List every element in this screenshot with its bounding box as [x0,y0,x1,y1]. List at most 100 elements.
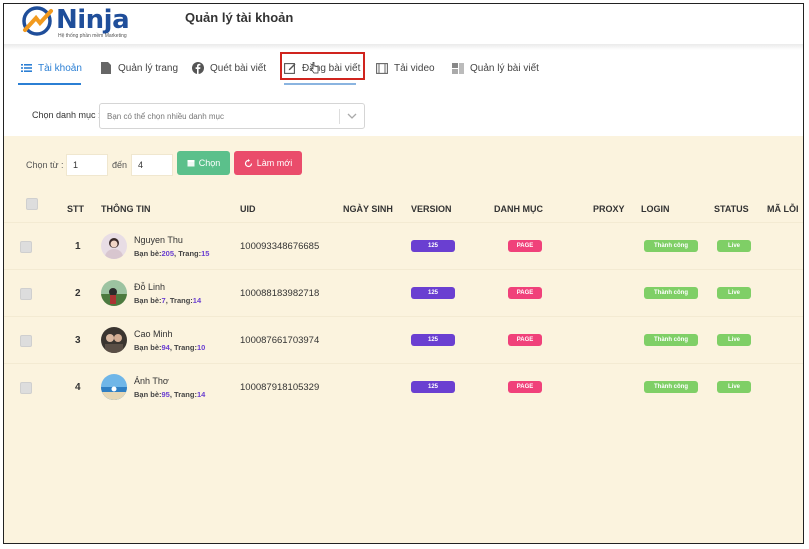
avatar [101,374,127,400]
col-status: STATUS [714,204,749,214]
col-login: LOGIN [641,204,670,214]
user-name: Nguyen Thu [134,235,183,245]
friends-count: 205 [161,249,175,258]
status-badge: Live [717,287,751,299]
active-tab-indicator [18,83,81,85]
col-uid: UID [240,204,256,214]
refresh-icon [244,158,252,167]
col-version: VERSION [411,204,452,214]
category-badge: PAGE [508,240,542,252]
row-stt: 4 [75,382,81,393]
table-header: STT THÔNG TIN UID NGÀY SINH VERSION DANH… [4,194,803,222]
tab-bar: Tài khoản Quản lý trang Quét bài viết Đă… [4,54,803,85]
status-badge: Live [717,381,751,393]
highlight-box [280,52,365,80]
hover-tab-indicator [284,83,356,85]
col-stt: STT [67,204,84,214]
login-badge: Thành công [644,381,698,393]
user-meta: Bạn bè:7, Trang:14 [134,296,202,305]
reset-button[interactable]: Làm mới [234,151,302,175]
accounts-panel: Chọn từ : 1 đến 4 Chọn Làm mới STT THÔNG… [4,136,803,543]
row-stt: 3 [75,335,81,346]
film-icon [376,62,388,74]
pages-count: 15 [201,249,210,258]
logo-tagline: Hệ thống phần mềm Marketing [58,33,127,39]
col-birthday: NGÀY SINH [343,204,393,214]
table-row[interactable]: 2 Đỗ Linh Bạn bè:7, Trang:14 10008818398… [4,269,803,316]
pages-label: Trang: [178,249,202,258]
select-separator [339,109,340,124]
tab-label: Quản lý trang [118,62,179,74]
category-badge: PAGE [508,287,542,299]
choose-button-label: Chọn [198,158,221,168]
app-window: Ninja Hệ thống phần mềm Marketing Quản l… [3,3,804,544]
list-icon [20,62,32,74]
header: Ninja Hệ thống phần mềm Marketing Quản l… [4,4,803,44]
category-select[interactable]: Bạn có thể chọn nhiều danh mục [99,103,365,129]
col-category: DANH MỤC [494,204,543,214]
row-stt: 1 [75,241,81,252]
user-name: Đỗ Linh [134,282,166,292]
row-checkbox[interactable] [20,241,32,253]
tab-scan-posts[interactable]: Quét bài viết [192,54,266,82]
user-name: Ánh Thơ [134,376,169,386]
row-checkbox[interactable] [20,335,32,347]
version-badge: 125 [411,381,455,393]
logo: Ninja Hệ thống phần mềm Marketing [20,4,130,39]
row-checkbox[interactable] [20,288,32,300]
ninja-logo-icon [22,6,53,36]
table-row[interactable]: 4 Ánh Thơ Bạn bè:95, Trang:14 1000879181… [4,363,803,410]
tab-label: Tài khoản [38,62,82,74]
tab-page-management[interactable]: Quản lý trang [100,54,178,82]
choose-button[interactable]: Chọn [177,151,230,175]
row-uid: 100087918105329 [240,382,320,393]
col-info: THÔNG TIN [101,204,151,214]
tab-accounts[interactable]: Tài khoản [20,54,82,82]
facebook-icon [192,62,204,74]
pages-count: 14 [192,296,202,305]
document-icon [100,62,112,74]
login-badge: Thành công [644,287,698,299]
range-to-label: đến [112,160,128,170]
user-meta: Bạn bè:94, Trang:10 [134,343,206,352]
row-uid: 100087661703974 [240,335,320,346]
tab-label: Quản lý bài viết [470,62,539,74]
logo-text: Ninja [56,5,130,35]
chevron-down-icon[interactable] [347,111,357,121]
avatar [101,280,127,306]
reset-button-label: Làm mới [256,158,293,168]
row-stt: 2 [75,288,81,299]
select-all-checkbox[interactable] [26,198,38,210]
version-badge: 125 [411,334,455,346]
range-from-label: Chọn từ : [26,160,64,170]
header-divider [4,44,803,50]
posts-icon [452,62,464,74]
col-proxy: PROXY [593,204,625,214]
category-filter-label: Chọn danh mục : [32,110,101,120]
table-row[interactable]: 3 Cao Minh Bạn bè:94, Trang:10 100087661… [4,316,803,363]
friends-count: 94 [161,343,170,352]
range-from-input[interactable]: 1 [66,154,108,176]
category-select-placeholder: Bạn có thể chọn nhiều danh mục [107,112,224,121]
status-badge: Live [717,240,751,252]
user-name: Cao Minh [134,329,173,339]
tab-manage-posts[interactable]: Quản lý bài viết [452,54,539,82]
avatar [101,233,127,259]
tab-download-video[interactable]: Tải video [376,54,435,82]
row-uid: 100088183982718 [240,288,320,299]
range-to-input[interactable]: 4 [131,154,173,176]
pages-count: 14 [196,390,206,399]
row-uid: 100093348676685 [240,241,320,252]
row-checkbox[interactable] [20,382,32,394]
page-title: Quản lý tài khoản [185,10,294,25]
table-row[interactable]: 1 Nguyen Thu Bạn bè:205, Trang:15 100093… [4,222,803,269]
friends-count: 7 [161,296,166,305]
tab-label: Tải video [394,62,435,74]
pages-label: Trang: [169,296,193,305]
pages-label: Trang: [174,390,197,399]
version-badge: 125 [411,240,455,252]
col-error-code: MÃ LỖI [767,204,799,214]
friends-label: Bạn bè: [134,343,162,352]
category-badge: PAGE [508,334,542,346]
login-badge: Thành công [644,334,698,346]
